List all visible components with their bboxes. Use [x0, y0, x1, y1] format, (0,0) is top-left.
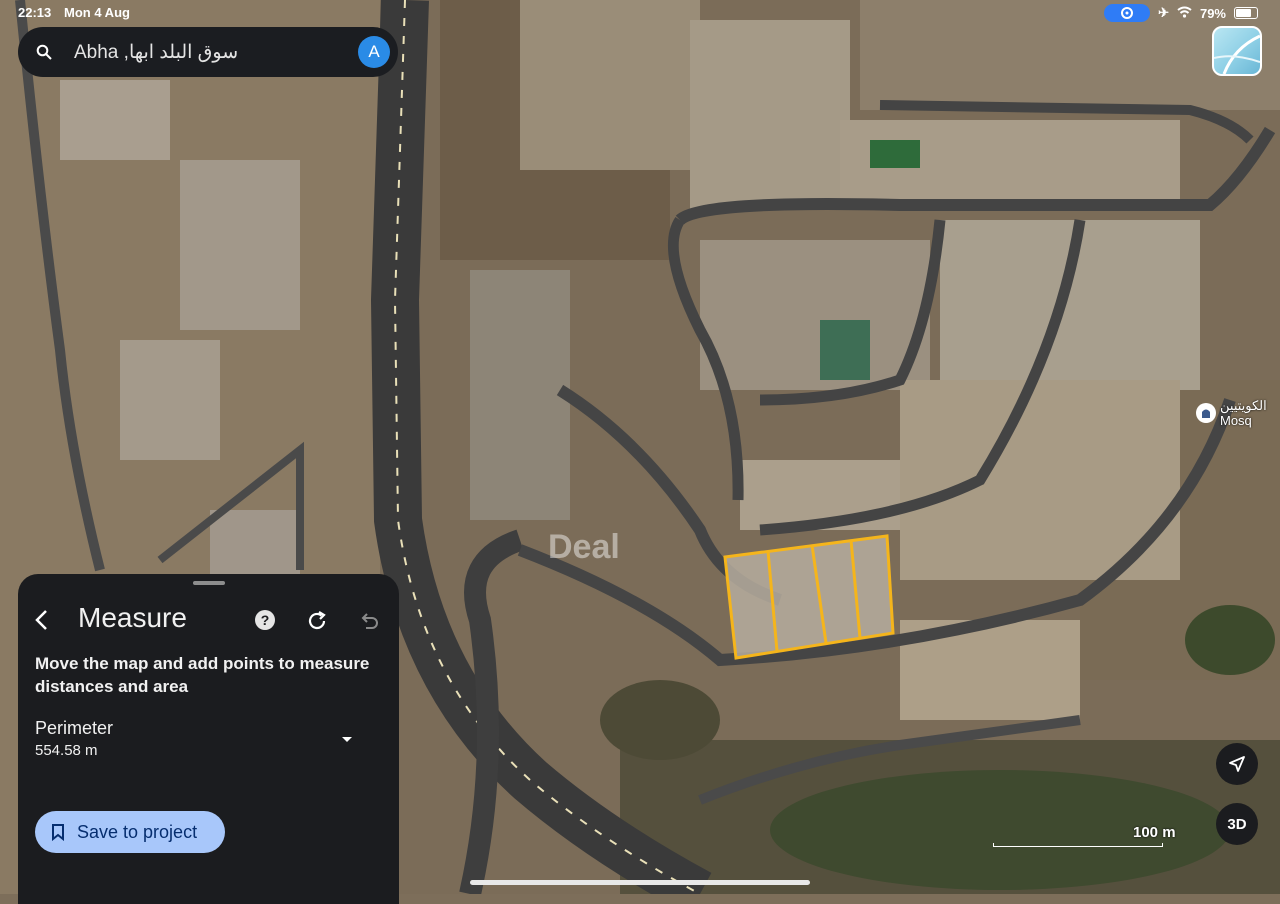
search-input[interactable]: Abha ,سوق البلد ابها	[74, 41, 358, 64]
watermark: Deal	[548, 528, 620, 566]
layers-thumbnail-icon	[1214, 34, 1260, 74]
undo-icon[interactable]	[358, 611, 380, 631]
poi-name: الكويتيين	[1220, 398, 1267, 413]
airplane-icon: ✈	[1158, 5, 1169, 20]
measure-panel: Measure ? Move the map and add points to…	[18, 574, 399, 904]
search-icon	[36, 44, 52, 60]
navigation-arrow-icon	[1229, 756, 1245, 772]
search-bar[interactable]: Abha ,سوق البلد ابها A	[18, 27, 398, 77]
my-location-button[interactable]	[1216, 743, 1258, 785]
status-time: 22:13	[18, 5, 52, 20]
status-bar: 22:13 Mon 4 Aug ✈ 79%	[0, 0, 1280, 26]
metric-label: Perimeter	[35, 718, 114, 738]
measure-instructions: Move the map and add points to measure d…	[35, 654, 370, 696]
save-button-label: Save to project	[77, 821, 198, 842]
status-indicators: ✈ 79%	[1104, 4, 1258, 22]
scale-bar	[993, 843, 1163, 847]
status-date: Mon 4 Aug	[64, 5, 130, 20]
chevron-left-icon[interactable]	[32, 608, 52, 632]
help-icon[interactable]: ?	[255, 610, 275, 630]
poi-category: Mosq	[1220, 413, 1252, 428]
3d-toggle-button[interactable]: 3D	[1216, 803, 1258, 845]
panel-title: Measure	[78, 602, 187, 633]
poi-mosque[interactable]: الكويتيين Mosq	[1196, 398, 1267, 428]
save-to-project-button[interactable]: Save to project	[35, 811, 225, 853]
scale-label: 100 m	[1133, 824, 1176, 841]
poi-label: الكويتيين Mosq	[1220, 398, 1267, 428]
account-avatar[interactable]: A	[358, 36, 390, 68]
metric-value: 554.58 m	[35, 742, 98, 759]
drag-handle[interactable]	[193, 581, 225, 585]
screen-mirroring-icon	[1104, 4, 1151, 22]
map-layers-button[interactable]	[1212, 26, 1262, 76]
battery-icon	[1234, 7, 1258, 19]
wifi-icon	[1177, 6, 1192, 21]
battery-percentage: 79%	[1199, 5, 1226, 21]
chevron-down-icon[interactable]	[340, 734, 354, 744]
mosque-icon	[1196, 403, 1216, 423]
home-indicator[interactable]	[470, 880, 810, 885]
bookmark-icon	[52, 824, 64, 841]
refresh-icon[interactable]	[306, 610, 328, 632]
